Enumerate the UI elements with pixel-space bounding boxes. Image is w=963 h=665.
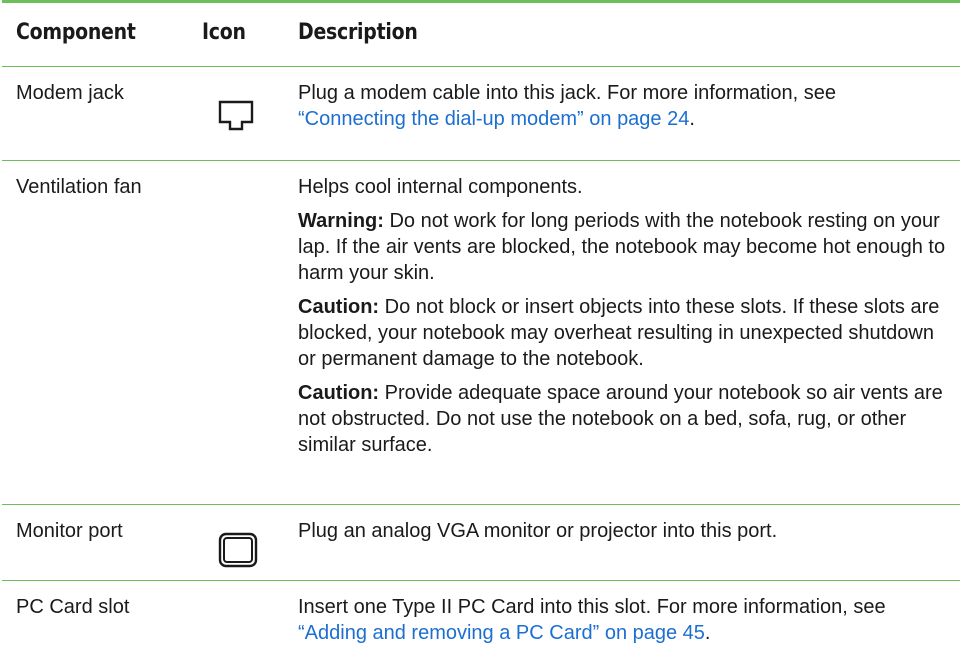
row-description: Plug an analog VGA monitor or projector … (298, 518, 946, 544)
header-icon: Icon (202, 20, 246, 45)
link-connecting-dial-up-modem[interactable]: “Connecting the dial-up modem” on page 2… (298, 108, 689, 130)
header-component: Component (16, 20, 136, 45)
caution-text: Do not block or insert objects into thes… (298, 296, 940, 370)
monitor-port-icon (202, 518, 278, 568)
row-description: Helps cool internal components. Warning:… (298, 174, 946, 458)
component-name: Ventilation fan (16, 176, 142, 198)
table-row-pc-card-slot: PC Card slot Insert one Type II PC Card … (2, 581, 960, 665)
component-name: Monitor port (16, 520, 123, 542)
description-text: Helps cool internal components. (298, 176, 583, 198)
component-name: PC Card slot (16, 596, 130, 618)
table-row-ventilation-fan: Ventilation fan Helps cool internal comp… (2, 161, 960, 505)
caution-paragraph: Caution: Provide adequate space around y… (298, 380, 946, 458)
warning-paragraph: Warning: Do not work for long periods wi… (298, 208, 946, 286)
description-text: Plug a modem cable into this jack. For m… (298, 82, 837, 104)
table-row-monitor-port: Monitor port Plug an analog VGA monitor … (2, 505, 960, 581)
description-text: Plug an analog VGA monitor or projector … (298, 520, 778, 542)
modem-jack-icon (202, 80, 278, 140)
caution-text: Provide adequate space around your noteb… (298, 382, 943, 456)
row-description: Insert one Type II PC Card into this slo… (298, 594, 946, 646)
warning-text: Do not work for long periods with the no… (298, 210, 946, 284)
table-header-row: Component Icon Description (2, 3, 960, 67)
caution-label: Caution: (298, 296, 380, 318)
description-paragraph: Insert one Type II PC Card into this slo… (298, 594, 946, 646)
row-description: Plug a modem cable into this jack. For m… (298, 80, 946, 132)
component-name: Modem jack (16, 82, 124, 104)
table-row-modem-jack: Modem jack Plug a modem cable into this … (2, 67, 960, 161)
component-table: Component Icon Description Modem jack Pl… (2, 0, 960, 665)
caution-paragraph: Caution: Do not block or insert objects … (298, 294, 946, 372)
link-adding-removing-pc-card[interactable]: “Adding and removing a PC Card” on page … (298, 622, 705, 644)
header-description: Description (298, 20, 418, 45)
caution-label: Caution: (298, 382, 380, 404)
description-text-end: . (704, 622, 711, 644)
description-text-end: . (689, 108, 695, 130)
description-paragraph: Helps cool internal components. (298, 174, 946, 200)
description-paragraph: Plug an analog VGA monitor or projector … (298, 518, 946, 544)
description-paragraph: Plug a modem cable into this jack. For m… (298, 80, 946, 132)
warning-label: Warning: (298, 210, 384, 232)
description-text: Insert one Type II PC Card into this slo… (298, 596, 886, 618)
